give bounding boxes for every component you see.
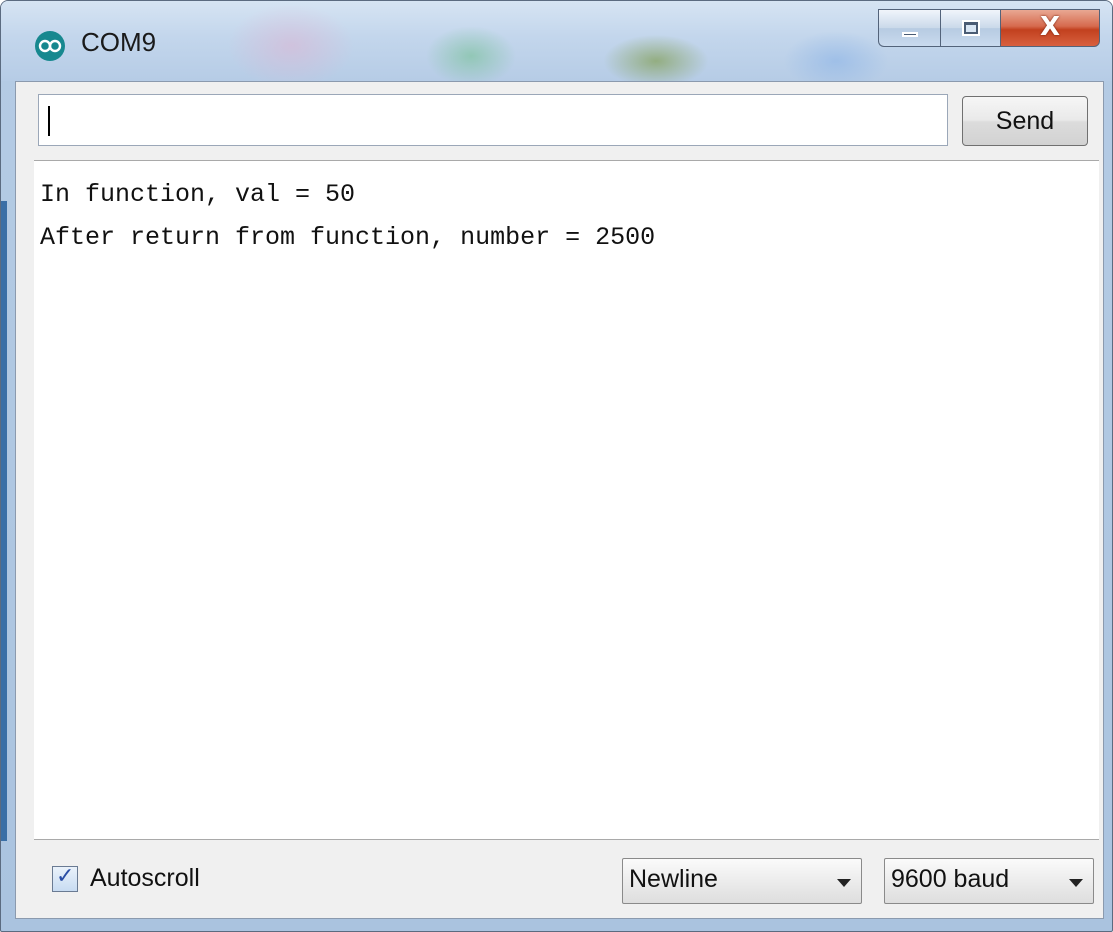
close-icon: X (1039, 12, 1061, 42)
checkmark-icon: ✓ (56, 863, 75, 889)
minimize-button[interactable] (878, 9, 940, 47)
line-ending-select[interactable]: Newline (622, 858, 862, 904)
send-button[interactable]: Send (962, 96, 1088, 146)
chevron-down-icon (837, 879, 851, 887)
baud-rate-select[interactable]: 9600 baud (884, 858, 1094, 904)
title-bar[interactable]: COM9 X (1, 1, 1112, 81)
autoscroll-toggle[interactable]: ✓ Autoscroll (52, 864, 200, 893)
maximize-icon (962, 20, 980, 36)
baud-rate-value: 9600 baud (891, 865, 1010, 893)
autoscroll-checkbox[interactable]: ✓ (52, 863, 78, 892)
arduino-infinity-icon (35, 31, 65, 61)
output-line: After return from function, number = 250… (40, 223, 656, 252)
maximize-button[interactable] (940, 9, 1000, 47)
serial-monitor-client: Send In function, val = 50 After return … (15, 81, 1104, 919)
text-caret (48, 106, 50, 136)
chevron-down-icon (1069, 879, 1083, 887)
serial-monitor-window: COM9 X Send In function, val = 50 After … (0, 0, 1113, 932)
minimize-icon (902, 32, 918, 37)
window-title: COM9 (81, 27, 157, 57)
serial-output[interactable]: In function, val = 50 After return from … (34, 160, 1099, 840)
status-bar: ✓ Autoscroll Newline 9600 baud (16, 842, 1103, 920)
autoscroll-label: Autoscroll (90, 864, 200, 892)
output-line: In function, val = 50 (40, 180, 356, 209)
serial-input[interactable] (38, 94, 948, 146)
window-controls: X (878, 9, 1100, 49)
window-frame-edge (1, 201, 7, 841)
send-row: Send (16, 82, 1103, 158)
line-ending-value: Newline (629, 865, 718, 893)
close-button[interactable]: X (1000, 9, 1100, 47)
